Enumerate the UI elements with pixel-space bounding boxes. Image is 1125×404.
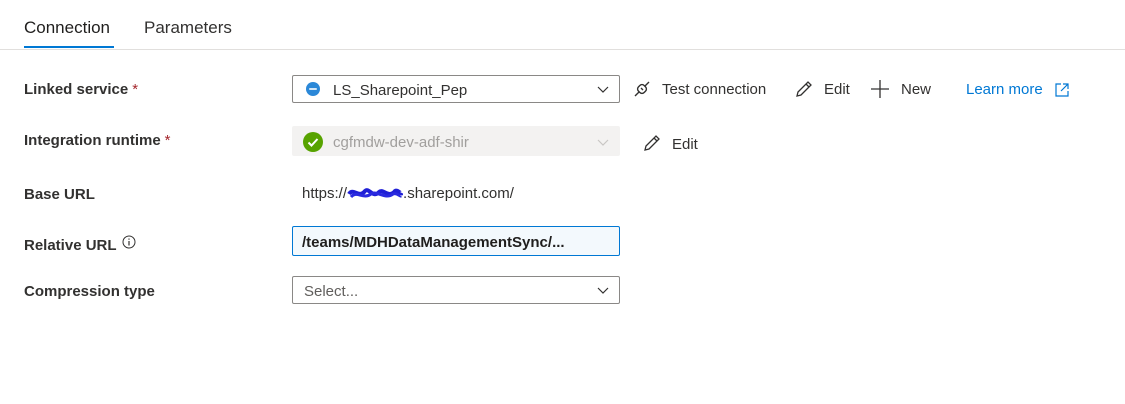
integration-runtime-dropdown: cgfmdw-dev-adf-shir (292, 126, 620, 156)
integration-runtime-edit-label: Edit (672, 136, 698, 153)
relative-url-input[interactable]: /teams/MDHDataManagementSync/... (292, 226, 620, 256)
chevron-down-icon (597, 287, 609, 294)
base-url-value: https:// .sharepoint.com/ (302, 185, 514, 202)
info-icon[interactable] (122, 235, 136, 249)
relative-url-value: /teams/MDHDataManagementSync/... (302, 234, 565, 251)
linked-service-dropdown[interactable]: LS_Sharepoint_Pep (292, 75, 620, 103)
integration-runtime-label: Integration runtime * (24, 132, 171, 149)
learn-more-label: Learn more (966, 81, 1043, 98)
tab-parameters[interactable]: Parameters (144, 18, 232, 38)
tab-connection[interactable]: Connection (24, 18, 110, 38)
linked-service-edit-label: Edit (824, 81, 850, 98)
linked-service-value: LS_Sharepoint_Pep (333, 82, 468, 99)
relative-url-label-text: Relative URL (24, 237, 117, 254)
redacted-scribble (347, 188, 404, 199)
pencil-icon (644, 135, 660, 151)
tab-bar: Connection Parameters (0, 0, 1125, 50)
compression-type-label: Compression type (24, 283, 155, 300)
compression-type-placeholder: Select... (304, 283, 359, 300)
test-connection-label: Test connection (662, 81, 767, 98)
new-label: New (901, 81, 932, 98)
integration-runtime-value: cgfmdw-dev-adf-shir (333, 134, 469, 151)
status-ok-icon (303, 132, 323, 152)
plug-connection-icon (634, 81, 650, 97)
base-url-prefix: https:// (302, 185, 348, 202)
compression-type-dropdown[interactable]: Select... (292, 276, 620, 304)
plus-icon (871, 80, 889, 98)
base-url-suffix: .sharepoint.com/ (403, 185, 514, 202)
integration-runtime-label-text: Integration runtime (24, 132, 161, 149)
relative-url-label: Relative URL (24, 235, 136, 254)
active-tab-indicator (24, 46, 114, 48)
learn-more-link[interactable]: Learn more (966, 81, 1074, 101)
base-url-label: Base URL (24, 186, 95, 203)
required-marker: * (132, 81, 139, 98)
chevron-down-icon (597, 139, 609, 146)
linked-service-label-text: Linked service (24, 81, 129, 98)
new-linked-service-button[interactable]: New (870, 79, 936, 101)
test-connection-button[interactable]: Test connection (632, 79, 778, 101)
linked-service-edit-button[interactable]: Edit (794, 79, 854, 101)
linked-service-label: Linked service * (24, 81, 138, 98)
pencil-icon (796, 81, 812, 97)
external-link-icon (1055, 83, 1069, 97)
integration-runtime-edit-button[interactable]: Edit (642, 133, 704, 155)
required-marker: * (164, 132, 171, 149)
sharepoint-service-icon (306, 82, 320, 96)
chevron-down-icon (597, 86, 609, 93)
